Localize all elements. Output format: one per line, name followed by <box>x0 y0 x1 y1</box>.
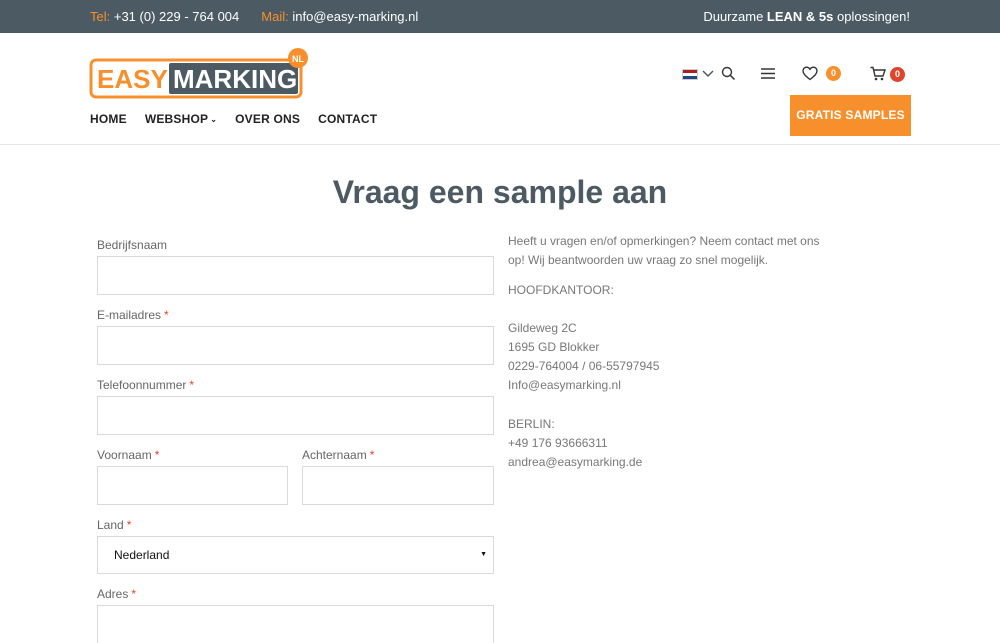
header-tools: 0 0 <box>0 63 1000 87</box>
cart-count-badge: 0 <box>890 67 905 82</box>
required-mark: * <box>189 378 195 392</box>
nav-home[interactable]: HOME <box>90 112 127 126</box>
hq-city: 1695 GD Blokker <box>508 340 600 354</box>
dutch-flag-icon[interactable] <box>682 69 698 80</box>
address-field: Adres * <box>97 587 494 643</box>
required-mark: * <box>369 448 375 462</box>
berlin-email[interactable]: andrea@easymarking.de <box>508 453 838 472</box>
top-contact: Tel: +31 (0) 229 - 764 004 Mail: info@ea… <box>90 9 418 24</box>
wishlist-count-badge: 0 <box>826 66 841 81</box>
tagline: Duurzame LEAN & 5s oplossingen! <box>703 9 910 24</box>
phone-label: Telefoonnummer * <box>97 378 195 392</box>
company-field: Bedrijfsnaam <box>97 238 494 295</box>
nav-contact[interactable]: CONTACT <box>318 112 377 126</box>
chevron-down-icon: ⌄ <box>210 115 218 124</box>
tel-label: Tel: <box>90 9 111 24</box>
contact-intro: Heeft u vragen en/of opmerkingen? Neem c… <box>508 234 820 268</box>
nav-over-ons[interactable]: OVER ONS <box>235 112 300 126</box>
required-mark: * <box>131 587 137 601</box>
address-input[interactable] <box>97 605 494 643</box>
nav-webshop[interactable]: WEBSHOP ⌄ <box>145 112 217 126</box>
site-header: EASY MARKING NL HOME WEBSHOP ⌄ OVER ONS C… <box>0 33 1000 145</box>
country-select[interactable]: Nederland ▼ <box>97 536 494 574</box>
dropdown-arrow-icon: ▼ <box>480 551 487 558</box>
required-mark: * <box>154 448 160 462</box>
menu-icon[interactable] <box>761 67 775 80</box>
required-mark: * <box>164 308 169 322</box>
chevron-down-icon[interactable] <box>702 68 714 80</box>
hq-heading: HOOFDKANTOOR: <box>508 283 614 297</box>
berlin-heading: BERLIN: <box>508 417 555 431</box>
country-label: Land * <box>97 518 132 532</box>
firstname-field: Voornaam * <box>97 448 288 505</box>
country-value: Nederland <box>114 548 170 562</box>
cart-icon[interactable] <box>870 66 886 81</box>
firstname-label: Voornaam * <box>97 448 160 462</box>
company-input[interactable] <box>97 256 494 295</box>
berlin-phone[interactable]: +49 176 93666311 <box>508 434 838 453</box>
email-label: E-mailadres * <box>97 308 169 322</box>
main-nav: HOME WEBSHOP ⌄ OVER ONS CONTACT <box>90 112 395 126</box>
lastname-label: Achternaam * <box>302 448 375 462</box>
required-mark: * <box>126 518 132 532</box>
tagline-pre: Duurzame <box>703 9 767 24</box>
nav-webshop-label: WEBSHOP <box>144 112 209 126</box>
page-title: Vraag een sample aan <box>332 174 668 210</box>
hq-street: Gildeweg 2C <box>508 321 577 335</box>
tagline-bold: LEAN & 5s <box>766 9 834 24</box>
heart-icon[interactable] <box>802 66 818 81</box>
mail-label: Mail: <box>261 9 289 24</box>
tagline-post: oplossingen! <box>833 9 910 24</box>
lastname-field: Achternaam * <box>302 448 494 505</box>
country-field: Land * Nederland ▼ <box>97 518 494 574</box>
hq-email[interactable]: Info@easymarking.nl <box>508 376 838 395</box>
search-icon[interactable] <box>721 66 736 81</box>
phone-field: Telefoonnummer * <box>97 378 494 435</box>
gratis-samples-button[interactable]: GRATIS SAMPLES <box>790 95 911 136</box>
hq-phone[interactable]: 0229-764004 / 06-55797945 <box>508 357 838 376</box>
address-label: Adres * <box>97 587 137 601</box>
company-label: Bedrijfsnaam <box>97 238 168 252</box>
mail-value[interactable]: info@easy-marking.nl <box>292 9 418 24</box>
tel-value[interactable]: +31 (0) 229 - 764 004 <box>114 9 239 24</box>
top-bar: Tel: +31 (0) 229 - 764 004 Mail: info@ea… <box>0 0 1000 33</box>
phone-input[interactable] <box>97 396 494 435</box>
lastname-input[interactable] <box>302 466 494 505</box>
firstname-input[interactable] <box>97 466 288 505</box>
email-field: E-mailadres * <box>97 308 494 365</box>
email-input[interactable] <box>97 326 494 365</box>
